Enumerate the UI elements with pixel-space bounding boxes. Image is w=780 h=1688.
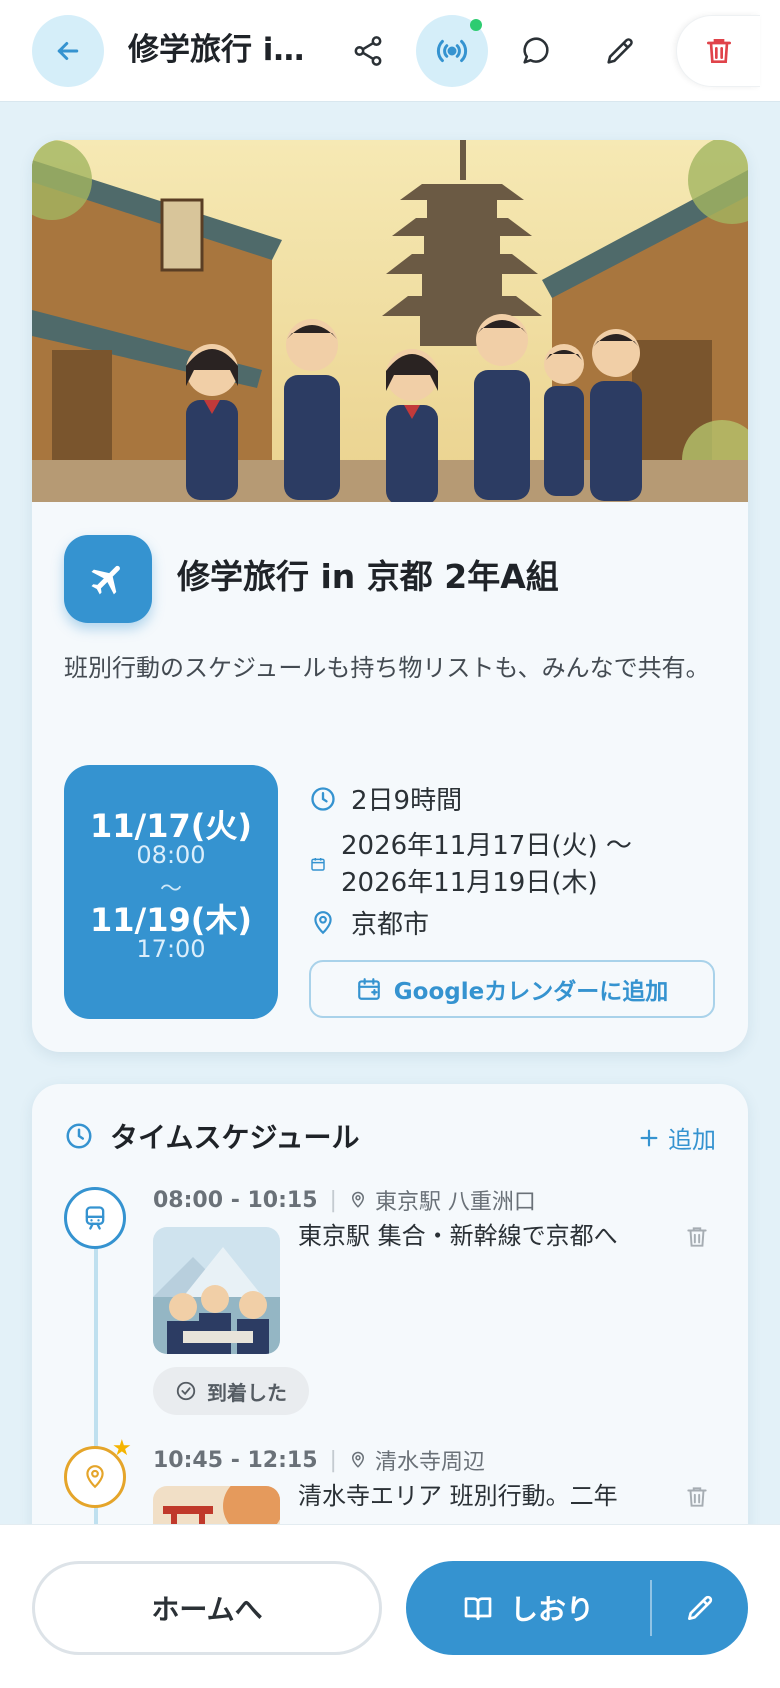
schedule-item-time-row: 10:45 - 12:15 | 清水寺周辺 [153,1444,485,1476]
pencil-icon [688,1595,713,1620]
location-row: 京都市 [309,904,429,941]
event-title: 修学旅行 in 京都 2年A組 [177,557,559,596]
event-card: 修学旅行 in 京都 2年A組 班別行動のスケジュールも持ち物リストも、みんなで… [32,140,748,1052]
calendar-icon [309,850,327,878]
airplane-icon [91,565,120,595]
arrived-label: 到着した [207,1380,287,1405]
date-range-line1: 2026年11月17日(火) 〜 [341,831,632,861]
event-description: 班別行動のスケジュールも持ち物リストも、みんなで共有。 [64,654,710,682]
location-text: 京都市 [351,910,430,940]
schedule-header: タイムスケジュール [64,1116,359,1156]
add-to-google-calendar-button[interactable]: Googleカレンダーに追加 [309,960,715,1018]
edit-shiori-button[interactable] [652,1561,748,1655]
live-share-button[interactable] [416,15,488,87]
add-label: 追加 [668,1126,716,1154]
calendar-plus-icon [357,978,380,1000]
schedule-heading: タイムスケジュール [110,1121,360,1154]
divider: | [329,1187,337,1213]
location-text: 清水寺周辺 [374,1450,485,1475]
gcal-label: Googleカレンダーに追加 [393,979,669,1005]
page-title: 修学旅行 i… [128,32,305,68]
map-pin-icon [351,1451,364,1468]
home-label: ホームへ [151,1593,263,1626]
arrived-status-chip[interactable]: 到着した [153,1367,309,1415]
schedule-item-thumbnail[interactable] [153,1227,280,1354]
back-button[interactable] [32,15,104,87]
clock-icon [309,785,337,813]
clock-icon [66,1123,92,1149]
delete-schedule-item-button[interactable] [684,1224,710,1254]
trash-icon [687,1227,707,1247]
trash-icon [706,39,731,63]
date-range-row: 2026年11月17日(火) 〜 2026年11月19日(木) [309,828,632,902]
event-category-badge [64,535,152,623]
broadcast-icon [436,39,468,63]
location-text: 東京駅 八重洲口 [374,1190,536,1215]
share-icon [354,36,382,66]
edit-button[interactable] [584,15,656,87]
comment-button[interactable] [500,15,572,87]
train-icon [85,1206,105,1230]
duration-text: 2日9時間 [351,786,463,816]
pencil-icon [607,38,633,64]
comment-icon [523,37,549,64]
schedule-item-location: 東京駅 八重洲口 [349,1184,536,1216]
schedule-item-time: 10:45 - 12:15 [153,1447,318,1473]
share-button[interactable] [332,15,404,87]
schedule-item-time-row: 08:00 - 10:15 | 東京駅 八重洲口 [153,1184,536,1216]
trash-icon [687,1487,707,1507]
timeline-node-train [64,1187,126,1249]
delete-button[interactable] [676,15,760,87]
date-range-line2: 2026年11月19日(木) [341,868,598,898]
live-status-dot [470,19,482,31]
delete-schedule-item-button[interactable] [684,1484,710,1514]
home-button[interactable]: ホームへ [32,1561,382,1655]
shiori-button[interactable]: しおり [406,1561,650,1655]
star-icon: ★ [112,1436,132,1461]
book-open-icon [464,1597,492,1620]
schedule-item-time: 08:00 - 10:15 [153,1187,318,1213]
divider: | [329,1447,337,1473]
schedule-item-title: 東京駅 集合・新幹線で京都へ [298,1222,618,1250]
shiori-button-group: しおり [406,1561,748,1655]
start-time: 08:00 [136,841,206,869]
map-pin-icon [86,1465,104,1489]
date-summary-box: 11/17(火) 08:00 〜 11/19(木) 17:00 [64,765,278,1019]
map-pin-icon [351,1191,364,1208]
date-range-text: 2026年11月17日(火) 〜 2026年11月19日(木) [341,828,632,902]
bottom-action-bar: ホームへ しおり [0,1524,780,1688]
add-schedule-button[interactable]: 追加 [638,1120,716,1155]
schedule-item-location: 清水寺周辺 [349,1444,485,1476]
end-time: 17:00 [136,935,206,963]
duration-row: 2日9時間 [309,780,462,817]
check-circle-icon [176,1381,196,1401]
map-pin-icon [309,909,337,937]
shiori-label: しおり [509,1593,594,1626]
top-app-bar: 修学旅行 i… [0,0,780,102]
arrow-left-icon [57,42,79,60]
schedule-item-title: 清水寺エリア 班別行動。二年 [298,1482,618,1510]
plus-icon [640,1129,658,1146]
hero-image [32,140,748,502]
